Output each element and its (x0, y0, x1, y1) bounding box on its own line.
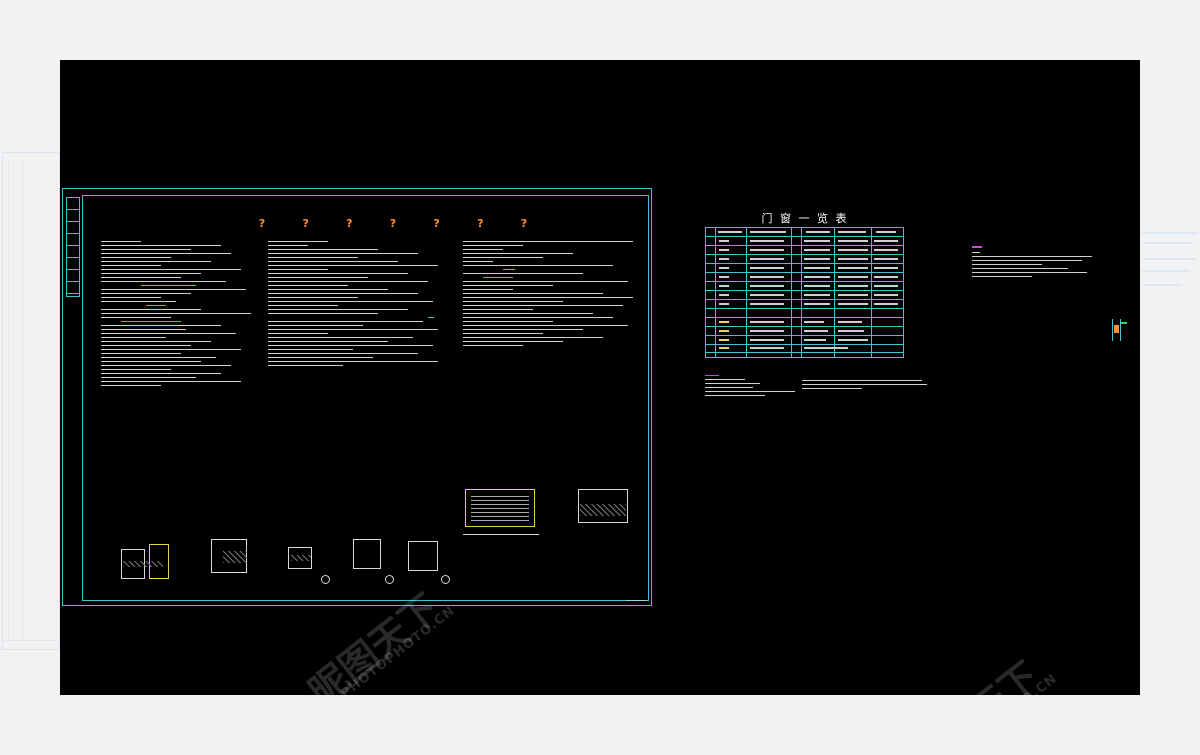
detail-drawing (408, 541, 438, 571)
drawing-sheet: ? ? ? ? ? ? ? ━━━━━━━━ (62, 188, 652, 606)
detail-callout (321, 575, 330, 584)
detail-callout (441, 575, 450, 584)
design-notes-column-1 (101, 241, 251, 389)
cad-viewport[interactable]: ? ? ? ? ? ? ? ━━━━━━━━ 门 窗 一 览 表 昵图天下 PH… (60, 60, 1140, 695)
schedule-notes-2 (802, 380, 927, 392)
missing-glyph: ? (477, 217, 484, 230)
missing-glyph: ? (389, 217, 397, 230)
title-strip (66, 197, 80, 297)
small-detail (1108, 319, 1127, 341)
design-notes-column-2 (268, 241, 443, 369)
cad-margin-line (8, 160, 9, 640)
cad-margin-line (1142, 258, 1196, 260)
cad-margin-line (1142, 284, 1182, 286)
sheet-caption-mark: ━━━━━━━━ (626, 598, 647, 603)
section-hatch (580, 504, 626, 516)
detail-hatch (291, 555, 311, 561)
cad-margin-line (1142, 270, 1190, 272)
missing-glyph: ? (520, 217, 528, 230)
door-window-schedule-table (705, 227, 904, 358)
detail-hatch (223, 551, 247, 563)
missing-glyph: ? (433, 217, 440, 230)
section-hatch (471, 495, 529, 521)
design-notes-column-3 (463, 241, 638, 349)
missing-glyph: ? (302, 217, 309, 230)
dimension-line (463, 529, 539, 535)
schedule-title: 门 窗 一 览 表 (761, 212, 849, 225)
cad-margin-line (1142, 232, 1198, 234)
missing-glyph: ? (258, 217, 266, 230)
watermark-logo: 昵图天下 (895, 646, 1049, 695)
missing-glyph-row: ? ? ? ? ? ? ? (253, 217, 533, 230)
cad-margin-line (1142, 242, 1192, 244)
schedule-notes (705, 375, 795, 399)
missing-glyph: ? (346, 217, 353, 230)
detail-drawing (353, 539, 381, 569)
cad-margin-line (2, 640, 60, 641)
cad-margin-frame (2, 152, 60, 650)
cad-margin-line (22, 160, 23, 640)
legend-notes (972, 246, 1092, 280)
detail-hatch (123, 561, 163, 567)
detail-callout (385, 575, 394, 584)
